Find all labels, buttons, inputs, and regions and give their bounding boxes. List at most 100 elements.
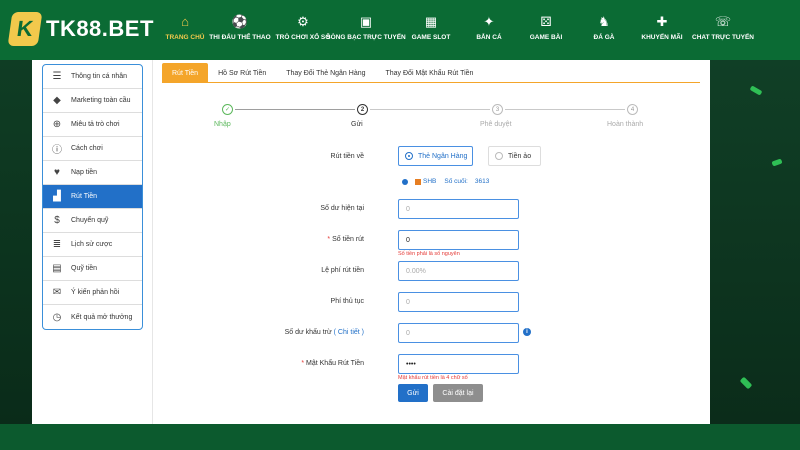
deduct-label: Số dư khấu trừ ( Chi tiết ): [244, 329, 364, 336]
sidebar-item[interactable]: ▟ Rút Tiền: [43, 185, 142, 209]
step-label: Hoàn thành: [607, 121, 644, 128]
option-bank-label: Thẻ Ngân Hàng: [418, 152, 468, 160]
sidebar-item-label: Nạp tiền: [71, 169, 98, 176]
nav-item[interactable]: ⚄ GAME BÀI: [517, 0, 575, 60]
submit-button[interactable]: Gửi: [398, 384, 428, 402]
step-connector: [235, 109, 355, 110]
sidebar-item-label: Quỹ tiền: [71, 265, 98, 272]
sidebar-item-label: Marketing toàn cầu: [71, 97, 131, 104]
bank-logo-icon: [415, 178, 421, 185]
step-check-icon: ✓: [222, 104, 233, 115]
top-header: TK88.BET ⌂ TRANG CHỦ ⚽ THI ĐẤU THỂ THAO ⚙ TRÒ…: [0, 0, 800, 60]
profile-card-icon: ☰: [52, 71, 62, 82]
sidebar-item-label: Kết quả mở thưởng: [71, 313, 133, 321]
slot-machine-icon: ▦: [424, 14, 438, 29]
info-icon[interactable]: i: [523, 328, 531, 336]
deduct-detail-link[interactable]: ( Chi tiết ): [334, 329, 364, 336]
account-panel: ☰ Thông tin cá nhân ◆ Marketing toàn cầu ⊕ Mi…: [32, 60, 710, 424]
background-right: [710, 60, 800, 424]
amount-label: * Số tiền rút: [327, 236, 364, 243]
sidebar-item[interactable]: ⊕ Miêu tả trò chơi: [43, 113, 142, 137]
sidebar-item[interactable]: ♥ Nạp tiền: [43, 161, 142, 185]
tab[interactable]: Thay Đổi Mật Khẩu Rút Tiền: [376, 63, 484, 83]
selected-bank-account[interactable]: SHB Số cuối: 3613: [402, 178, 489, 185]
last-digits-label: Số cuối:: [444, 178, 468, 185]
clock-history-icon: ◷: [52, 311, 62, 323]
sidebar-item[interactable]: $ Chuyển quỹ: [43, 209, 142, 233]
procedure-fee-field[interactable]: 0: [398, 292, 519, 312]
step-label: Gửi: [351, 121, 363, 128]
confetti-decoration: [771, 158, 783, 167]
amount-input[interactable]: 0: [398, 230, 519, 250]
tab[interactable]: Hồ Sơ Rút Tiền: [208, 63, 276, 83]
sidebar-item-label: Rút Tiền: [71, 193, 98, 200]
nav-item[interactable]: ✦ BẮN CÁ: [461, 0, 517, 60]
nav-item-label: CHAT TRỰC TUYẾN: [692, 34, 754, 41]
option-bank-card[interactable]: Thẻ Ngân Hàng: [398, 146, 473, 166]
sidebar-item[interactable]: ≣ Lịch sử cược: [43, 233, 142, 257]
balance-field[interactable]: 0: [398, 199, 519, 219]
radio-selected-icon: [405, 152, 413, 160]
procedure-fee-label: Phí thủ tục: [330, 298, 364, 305]
footer-band: [0, 424, 800, 450]
nav-item[interactable]: ☏ CHAT TRỰC TUYẾN: [691, 0, 755, 60]
sidebar-item[interactable]: ▤ Quỹ tiền: [43, 257, 142, 281]
history-list-icon: ≣: [52, 239, 62, 250]
nav-item[interactable]: ⌂ TRANG CHỦ: [165, 0, 205, 60]
nav-item-label: THI ĐẤU THỂ THAO: [209, 34, 271, 41]
nav-item-label: BẮN CÁ: [476, 34, 502, 41]
nav-item[interactable]: ✚ KHUYẾN MÃI: [633, 0, 691, 60]
fee-field[interactable]: 0.00%: [398, 261, 519, 281]
withdraw-password-input[interactable]: ••••: [398, 354, 519, 374]
step-number: 4: [627, 104, 638, 115]
dollar-circle-icon: $: [54, 215, 60, 226]
amount-label-text: Số tiền rút: [332, 236, 364, 243]
nav-item-label: TRANG CHỦ: [165, 34, 205, 41]
withdraw-to-label: Rút tiền về: [330, 153, 364, 160]
sidebar-item[interactable]: ◷ Kết quả mở thưởng: [43, 305, 142, 329]
sidebar-item[interactable]: ◆ Marketing toàn cầu: [43, 89, 142, 113]
dice-icon: ⚄: [540, 14, 552, 29]
fee-label: Lệ phí rút tiền: [321, 267, 364, 274]
nav-item-label: TRÒ CHƠI XỔ SỐ: [275, 34, 331, 41]
nav-item-label: KHUYẾN MÃI: [641, 34, 683, 41]
nav-item[interactable]: ▦ GAME SLOT: [401, 0, 461, 60]
lottery-icon: ⚙: [297, 14, 309, 29]
sidebar-item[interactable]: ✉ Ý kiến phản hồi: [43, 281, 142, 305]
deduct-label-text: Số dư khấu trừ: [284, 329, 332, 336]
sidebar-item-label: Miêu tả trò chơi: [71, 121, 120, 128]
nav-item[interactable]: ⚙ TRÒ CHƠI XỔ SỐ: [275, 0, 331, 60]
gift-icon: ✚: [656, 14, 668, 29]
site-logo[interactable]: TK88.BET: [7, 12, 154, 46]
password-label-text: Mật Khẩu Rút Tiền: [306, 360, 364, 367]
tab[interactable]: Rút Tiền: [162, 63, 209, 83]
nav-item-label: GAME SLOT: [411, 34, 451, 41]
reset-button[interactable]: Cài đặt lại: [433, 384, 483, 402]
option-virtual-currency[interactable]: Tiền ảo: [488, 146, 541, 166]
withdraw-stepper: ✓ Nhập 2 Gửi 3 Phê duyệt 4 Hoàn thành: [214, 104, 644, 134]
nav-item[interactable]: ⚽ THI ĐẤU THỂ THAO: [205, 0, 275, 60]
sidebar-item[interactable]: ⓘ Cách chơi: [43, 137, 142, 161]
last-digits-value: 3613: [474, 178, 490, 185]
sidebar-item-label: Ý kiến phản hồi: [71, 289, 120, 296]
sidebar-item-label: Lịch sử cược: [71, 241, 113, 248]
piggy-bank-icon: ♥: [54, 167, 60, 178]
step-label: Phê duyệt: [480, 121, 512, 128]
step-number: 3: [492, 104, 503, 115]
sidebar-item-label: Cách chơi: [71, 145, 103, 152]
diamond-icon: ◆: [53, 95, 61, 106]
withdraw-tabs: Rút Tiền Hồ Sơ Rút Tiền Thay Đổi Thẻ Ngân …: [162, 63, 700, 83]
tab[interactable]: Thay Đổi Thẻ Ngân Hàng: [276, 63, 375, 83]
nav-item[interactable]: ▣ SÒNG BẠC TRỰC TUYẾN: [326, 0, 405, 60]
password-error: Mật khẩu rút tiền là 4 chữ số: [398, 375, 468, 381]
deduct-field[interactable]: 0: [398, 323, 519, 343]
balance-label: Số dư hiện tại: [320, 205, 364, 212]
soccer-ball-icon: ⚽: [231, 14, 249, 29]
sidebar-item[interactable]: ☰ Thông tin cá nhân: [43, 65, 142, 89]
home-icon: ⌂: [181, 14, 189, 29]
nav-item[interactable]: ♞ ĐÁ GÀ: [575, 0, 633, 60]
bank-name: SHB: [423, 178, 437, 185]
main-nav: ⌂ TRANG CHỦ ⚽ THI ĐẤU THỂ THAO ⚙ TRÒ CHƠI XỔ …: [165, 0, 755, 60]
password-label: * Mật Khẩu Rút Tiền: [301, 360, 364, 367]
rooster-icon: ♞: [598, 14, 610, 29]
